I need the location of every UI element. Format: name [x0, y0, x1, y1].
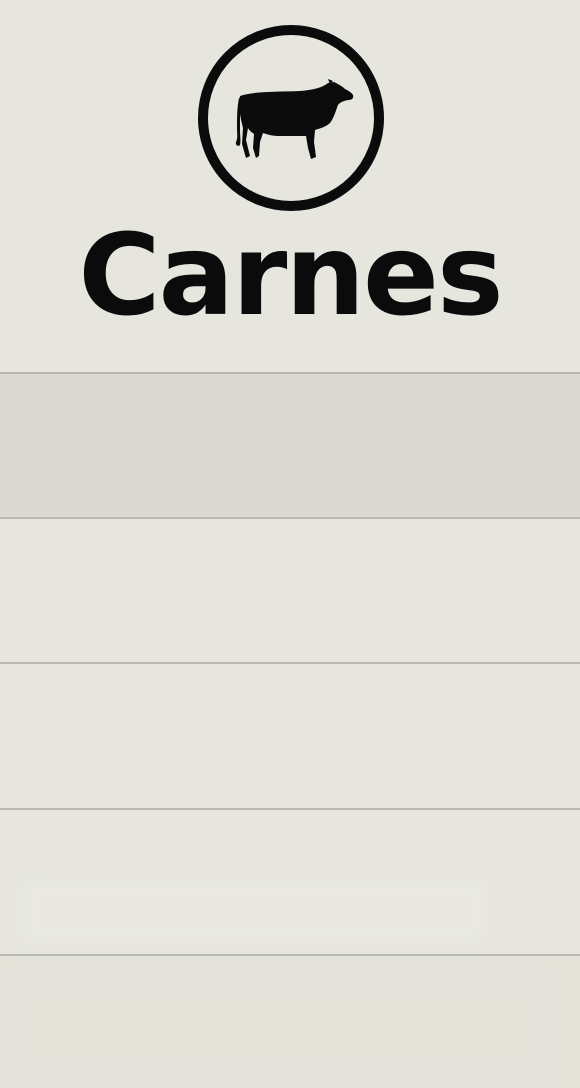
menu-item-2[interactable] — [0, 519, 580, 662]
row-highlight — [14, 980, 542, 1070]
menu-item-1[interactable] — [0, 374, 580, 518]
row-highlight — [20, 878, 486, 942]
page-title: Carnes — [78, 211, 503, 341]
cow-icon — [235, 79, 354, 159]
header: Carnes — [0, 0, 580, 372]
menu-item-3[interactable] — [0, 664, 580, 809]
